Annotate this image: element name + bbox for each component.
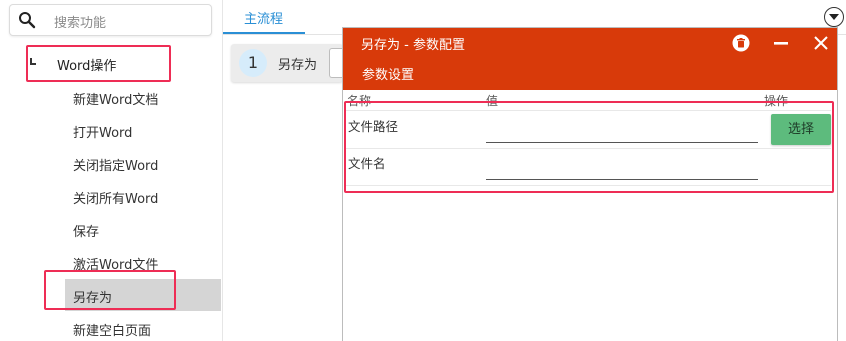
step-label: 另存为 bbox=[278, 58, 318, 73]
highlight-box-save-as bbox=[44, 270, 176, 310]
highlight-box-params bbox=[344, 101, 834, 193]
tree-item-new-blank-page[interactable]: 新建空白页面 bbox=[73, 320, 151, 339]
dialog-section-title: 参数设置 bbox=[362, 68, 415, 83]
search-placeholder: 搜索功能 bbox=[54, 16, 107, 31]
search-icon bbox=[18, 11, 36, 29]
step-number: 1 bbox=[239, 49, 267, 77]
minimize-icon[interactable] bbox=[771, 33, 791, 53]
highlight-box-group bbox=[26, 45, 171, 82]
panel-divider bbox=[222, 0, 223, 341]
delete-icon[interactable] bbox=[731, 33, 751, 53]
active-tab-indicator bbox=[223, 32, 305, 34]
dialog-header: 另存为 - 参数配置 参数设置 bbox=[343, 28, 837, 90]
flow-step-card[interactable]: 1 另存为 bbox=[231, 44, 343, 82]
tree-item-close-all-word[interactable]: 关闭所有Word bbox=[73, 188, 158, 207]
tab-main-flow[interactable]: 主流程 bbox=[244, 8, 283, 27]
dialog-title: 另存为 - 参数配置 bbox=[361, 38, 465, 53]
tree-item-open-word[interactable]: 打开Word bbox=[73, 122, 132, 141]
search-input[interactable]: 搜索功能 bbox=[9, 4, 212, 36]
tree-item-new-word-doc[interactable]: 新建Word文档 bbox=[73, 89, 158, 108]
close-icon[interactable] bbox=[811, 33, 831, 53]
tree-item-save[interactable]: 保存 bbox=[73, 221, 99, 240]
step-connector bbox=[329, 48, 343, 78]
function-panel: 搜索功能 Word操作 新建Word文档 打开Word 关闭指定Word 关闭所… bbox=[0, 0, 222, 341]
tree-item-close-word[interactable]: 关闭指定Word bbox=[73, 155, 158, 174]
dropdown-icon[interactable] bbox=[824, 7, 844, 27]
param-config-dialog: 另存为 - 参数配置 参数设置 名称 值 操作 文件路径 选择 文件名 bbox=[342, 27, 838, 341]
